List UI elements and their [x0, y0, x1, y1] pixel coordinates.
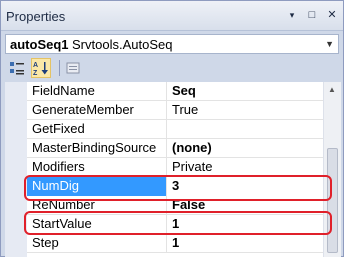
property-pages-button[interactable]	[63, 58, 83, 78]
title-bar: Properties ▾ □ ✕	[1, 1, 343, 31]
property-row[interactable]: FieldName Seq	[27, 82, 323, 101]
property-value[interactable]	[167, 120, 323, 139]
property-value[interactable]: 1	[167, 215, 323, 234]
object-selector[interactable]: autoSeq1 Srvtools.AutoSeq ▼	[5, 34, 339, 54]
property-rows: FieldName Seq GenerateMember True GetFixed Ma…	[27, 82, 323, 253]
property-value[interactable]: Seq	[167, 82, 323, 101]
property-value[interactable]: False	[167, 196, 323, 215]
object-type: Srvtools.AutoSeq	[72, 37, 173, 52]
property-name: GetFixed	[27, 120, 167, 139]
property-value[interactable]: (none)	[167, 139, 323, 158]
chevron-down-icon[interactable]: ▼	[325, 39, 334, 49]
property-row[interactable]: Modifiers Private	[27, 158, 323, 177]
maximize-icon[interactable]: □	[305, 8, 319, 22]
property-name: GenerateMember	[27, 101, 167, 120]
close-icon[interactable]: ✕	[325, 8, 339, 22]
property-row[interactable]: GetFixed	[27, 120, 323, 139]
property-row[interactable]: StartValue 1	[27, 215, 323, 234]
property-row[interactable]: MasterBindingSource (none)	[27, 139, 323, 158]
property-row[interactable]: Step 1	[27, 234, 323, 253]
scroll-up-icon[interactable]: ▲	[328, 85, 336, 94]
property-name: FieldName	[27, 82, 167, 101]
property-value[interactable]: 3	[167, 177, 323, 196]
property-name: Step	[27, 234, 167, 253]
svg-text:Z: Z	[33, 70, 38, 76]
property-value[interactable]: True	[167, 101, 323, 120]
window-title: Properties	[6, 9, 66, 24]
properties-window: Properties ▾ □ ✕ autoSeq1 Srvtools.AutoS…	[0, 0, 344, 257]
vertical-scrollbar[interactable]: ▲	[323, 82, 341, 257]
property-name: MasterBindingSource	[27, 139, 167, 158]
categorized-icon	[10, 62, 24, 75]
property-value[interactable]: Private	[167, 158, 323, 177]
property-row[interactable]: ReNumber False	[27, 196, 323, 215]
svg-text:A: A	[33, 62, 38, 69]
object-name: autoSeq1	[10, 37, 69, 52]
alphabetical-icon: A Z	[33, 62, 48, 76]
property-pages-icon	[66, 62, 80, 74]
property-value[interactable]: 1	[167, 234, 323, 253]
property-name: NumDig	[27, 177, 167, 196]
toolbar: A Z	[5, 57, 339, 79]
property-name: Modifiers	[27, 158, 167, 177]
window-position-dropdown-icon[interactable]: ▾	[285, 8, 299, 22]
grid-gutter	[5, 82, 27, 257]
property-row[interactable]: GenerateMember True	[27, 101, 323, 120]
title-controls: ▾ □ ✕	[285, 8, 339, 22]
alphabetical-button[interactable]: A Z	[31, 58, 51, 78]
property-name: StartValue	[27, 215, 167, 234]
toolbar-separator	[59, 60, 60, 76]
property-row[interactable]: NumDig 3	[27, 177, 323, 196]
categorized-button[interactable]	[7, 58, 27, 78]
property-grid: FieldName Seq GenerateMember True GetFixed Ma…	[5, 82, 341, 257]
scrollbar-thumb[interactable]	[327, 148, 338, 253]
property-name: ReNumber	[27, 196, 167, 215]
